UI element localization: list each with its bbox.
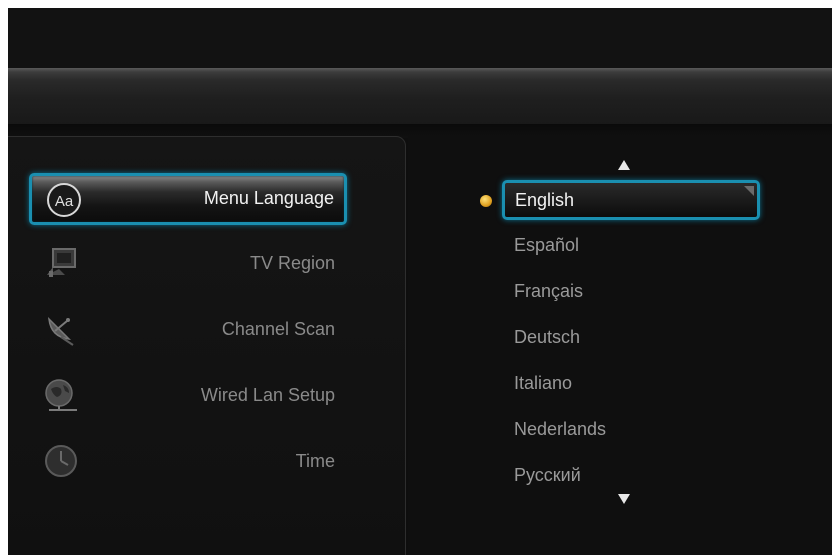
menu-item-channel-scan[interactable]: Channel Scan bbox=[29, 305, 347, 357]
language-option-label: Español bbox=[514, 235, 580, 255]
arrow-down-icon[interactable] bbox=[618, 494, 630, 504]
menu-item-label: Menu Language bbox=[203, 188, 334, 208]
language-option-espanol[interactable]: Español bbox=[502, 226, 760, 266]
language-option-label: Nederlands bbox=[514, 419, 607, 439]
language-option-label: Deutsch bbox=[514, 327, 581, 347]
menu-item-label: Channel Scan bbox=[221, 319, 335, 339]
menu-item-label: Time bbox=[295, 451, 335, 471]
menu-item-tv-region[interactable]: TV Region bbox=[29, 239, 347, 291]
language-option-deutsch[interactable]: Deutsch bbox=[502, 318, 760, 358]
settings-screen: Aa Menu Language TV Region Channel Scan bbox=[8, 8, 832, 555]
settings-menu-panel: Aa Menu Language TV Region Channel Scan bbox=[8, 136, 406, 555]
language-icon: Aa bbox=[47, 183, 81, 217]
selected-bullet-icon bbox=[480, 195, 492, 207]
language-option-francais[interactable]: Français bbox=[502, 272, 760, 312]
header-bar bbox=[8, 68, 832, 124]
language-list-panel: English Español Français Deutsch Italian… bbox=[408, 136, 832, 555]
menu-item-wired-lan-setup[interactable]: Wired Lan Setup bbox=[29, 371, 347, 423]
satellite-dish-icon bbox=[48, 316, 74, 346]
language-option-italiano[interactable]: Italiano bbox=[502, 364, 760, 404]
corner-mark bbox=[744, 186, 754, 196]
menu-item-label: Wired Lan Setup bbox=[200, 385, 335, 405]
menu-item-menu-language[interactable]: Aa Menu Language bbox=[29, 173, 347, 225]
language-icon-text: Aa bbox=[55, 193, 74, 210]
tv-region-icon bbox=[47, 248, 76, 277]
arrow-up-icon[interactable] bbox=[618, 160, 630, 170]
menu-item-time[interactable]: Time bbox=[29, 437, 347, 489]
top-band bbox=[8, 8, 832, 68]
globe-network-icon bbox=[45, 379, 77, 411]
menu-item-label: TV Region bbox=[249, 253, 335, 273]
language-option-label: English bbox=[515, 190, 575, 210]
language-option-label: Italiano bbox=[514, 373, 573, 393]
language-option-nederlands[interactable]: Nederlands bbox=[502, 410, 760, 450]
language-option-label: Français bbox=[514, 281, 584, 301]
language-option-russian[interactable]: Русский bbox=[502, 456, 760, 496]
language-option-label: Русский bbox=[514, 465, 581, 485]
language-option-english[interactable]: English bbox=[502, 180, 760, 220]
clock-icon bbox=[45, 445, 77, 477]
